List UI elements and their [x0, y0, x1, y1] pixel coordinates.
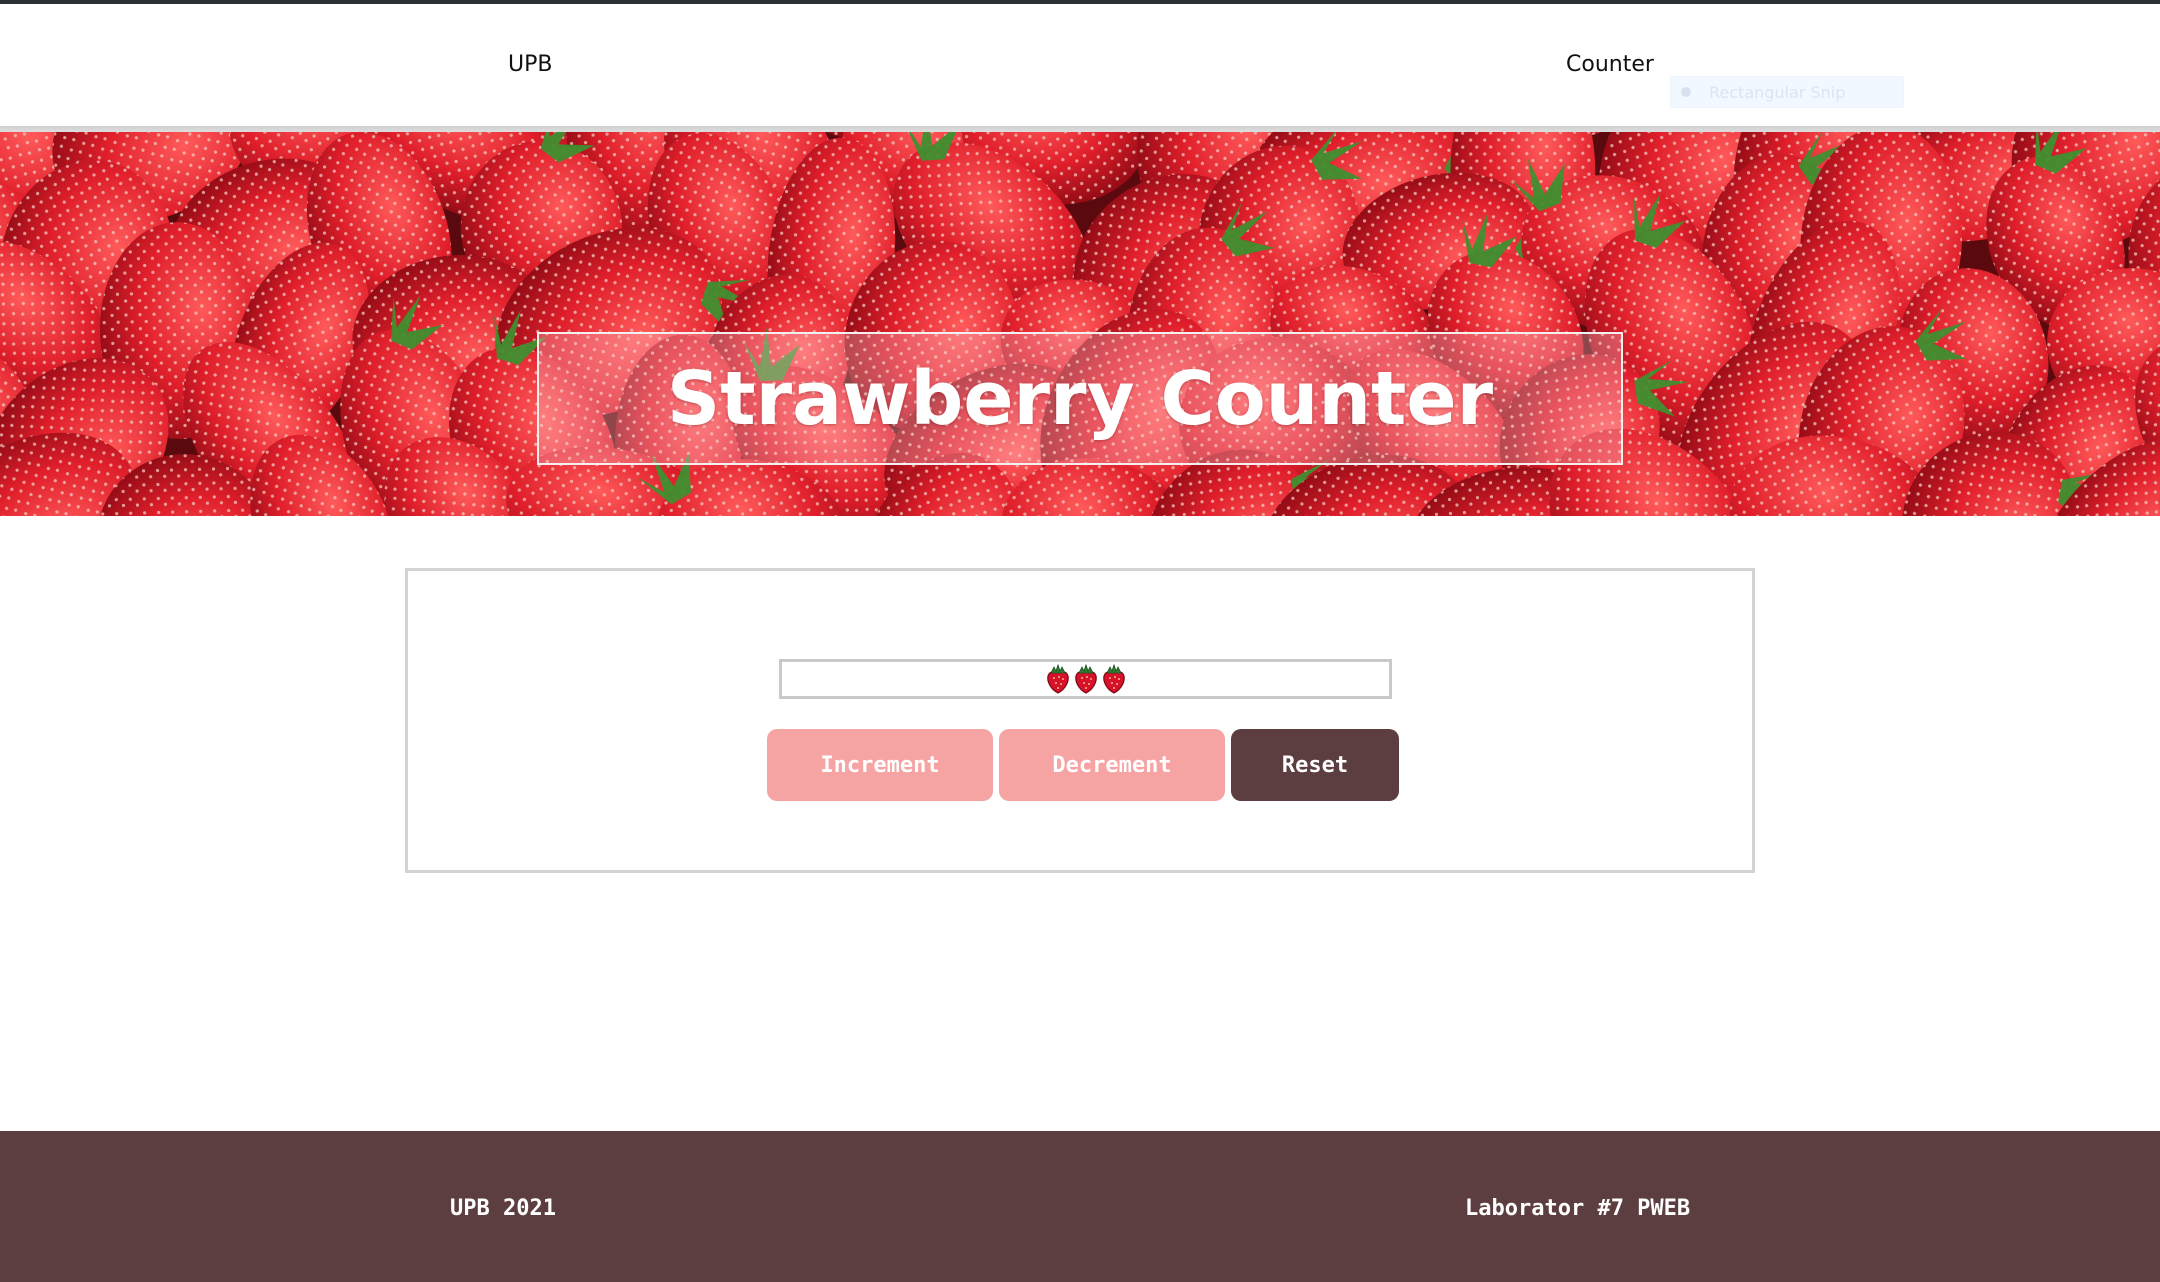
- increment-button[interactable]: Increment: [767, 729, 993, 801]
- counter-card: Increment Decrement Reset: [405, 568, 1755, 873]
- hero-title: Strawberry Counter: [666, 355, 1494, 442]
- strawberry-count: [1045, 664, 1127, 694]
- snip-tooltip-label: Rectangular Snip: [1709, 82, 1846, 102]
- page: UPB Counter Rectangular Snip Strawberry …: [0, 0, 2160, 1282]
- footer: UPB 2021 Laborator #7 PWEB: [0, 1131, 2160, 1282]
- nav-counter-link[interactable]: Counter: [1566, 52, 1654, 77]
- footer-copyright: UPB 2021: [450, 1196, 556, 1221]
- navbar: UPB Counter Rectangular Snip: [0, 4, 2160, 128]
- decrement-button[interactable]: Decrement: [999, 729, 1225, 801]
- nav-brand-link[interactable]: UPB: [508, 52, 552, 77]
- hero-title-box: Strawberry Counter: [537, 332, 1623, 465]
- reset-button[interactable]: Reset: [1231, 729, 1399, 801]
- snip-icon: [1681, 87, 1691, 97]
- strawberry-icon: [1102, 664, 1125, 694]
- hero-banner: Strawberry Counter: [0, 132, 2160, 516]
- footer-lab-title: Laborator #7 PWEB: [1465, 1196, 1691, 1221]
- counter-display: [779, 659, 1392, 699]
- rectangular-snip-tooltip: Rectangular Snip: [1670, 76, 1904, 108]
- strawberry-icon: [1046, 664, 1069, 694]
- strawberry-icon: [1074, 664, 1097, 694]
